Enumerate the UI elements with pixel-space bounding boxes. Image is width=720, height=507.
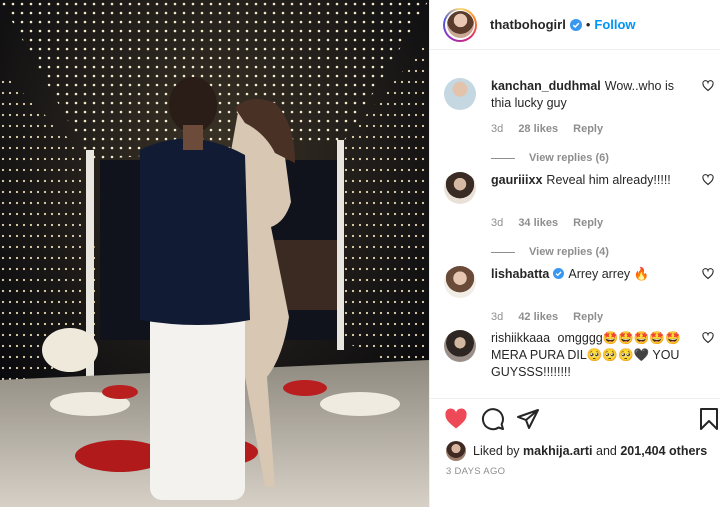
commenter-avatar[interactable] bbox=[444, 172, 476, 204]
liked-by-user[interactable]: makhija.arti bbox=[523, 444, 592, 458]
comment-age: 3d bbox=[491, 311, 504, 323]
author-avatar[interactable] bbox=[443, 7, 477, 42]
liked-by-and: and bbox=[596, 444, 617, 458]
reply-button[interactable]: Reply bbox=[573, 311, 603, 323]
comment-like-icon[interactable] bbox=[702, 268, 714, 280]
post-actions: Liked by makhija.arti and 201,404 others… bbox=[430, 398, 720, 507]
comment-text: Arrey arrey 🔥 bbox=[568, 267, 650, 281]
reply-button[interactable]: Reply bbox=[573, 123, 603, 135]
commenter-avatar[interactable] bbox=[444, 330, 476, 362]
comment-meta: 3d 42 likes Reply bbox=[491, 311, 615, 323]
comment-text: Reveal him already!!!!! bbox=[546, 173, 671, 187]
author-username[interactable]: thatbohogirl bbox=[490, 17, 566, 32]
comment-age: 3d bbox=[491, 217, 504, 229]
comment-like-icon[interactable] bbox=[702, 332, 714, 344]
commenter-avatar[interactable] bbox=[444, 78, 476, 110]
post-header: thatbohogirl • Follow bbox=[430, 0, 720, 50]
photo-scene bbox=[0, 0, 429, 507]
verified-badge-icon bbox=[569, 18, 582, 31]
verified-badge-icon bbox=[553, 268, 565, 279]
post-timestamp[interactable]: 3 DAYS AGO bbox=[446, 466, 505, 477]
view-replies-button[interactable]: View replies (6) bbox=[491, 152, 609, 164]
liked-by-prefix: Liked by bbox=[473, 444, 520, 458]
separator-dot: • bbox=[585, 17, 591, 32]
heart-filled-icon[interactable] bbox=[444, 407, 468, 431]
liker-avatar[interactable] bbox=[446, 441, 466, 461]
liked-by-others[interactable]: 201,404 others bbox=[620, 444, 707, 458]
commenter-username[interactable]: rishiikkaaa bbox=[491, 331, 550, 345]
post-photo[interactable] bbox=[0, 0, 429, 507]
view-replies-button[interactable]: View replies (4) bbox=[491, 246, 609, 258]
bookmark-icon[interactable] bbox=[697, 407, 720, 431]
comment-like-icon[interactable] bbox=[702, 80, 714, 92]
comment-likes[interactable]: 42 likes bbox=[518, 311, 558, 323]
reply-button[interactable]: Reply bbox=[573, 217, 603, 229]
commenter-username[interactable]: lishabatta bbox=[491, 267, 549, 281]
commenter-username[interactable]: gauriiixx bbox=[491, 173, 542, 187]
comment-age: 3d bbox=[491, 123, 504, 135]
follow-button[interactable]: Follow bbox=[594, 17, 635, 32]
comment-likes[interactable]: 28 likes bbox=[518, 123, 558, 135]
liked-by-row: Liked by makhija.arti and 201,404 others bbox=[446, 441, 707, 461]
commenter-avatar[interactable] bbox=[444, 266, 476, 298]
commenter-username[interactable]: kanchan_dudhmal bbox=[491, 79, 601, 93]
comment-like-icon[interactable] bbox=[702, 174, 714, 186]
comment-bubble-icon[interactable] bbox=[481, 407, 505, 431]
post-side-panel: thatbohogirl • Follow kanchan_dudhmal Wow… bbox=[429, 0, 720, 507]
comment-likes[interactable]: 34 likes bbox=[518, 217, 558, 229]
paper-plane-icon[interactable] bbox=[516, 407, 540, 431]
comment-meta: 3d 28 likes Reply bbox=[491, 123, 615, 135]
comment-meta: 3d 34 likes Reply bbox=[491, 217, 615, 229]
